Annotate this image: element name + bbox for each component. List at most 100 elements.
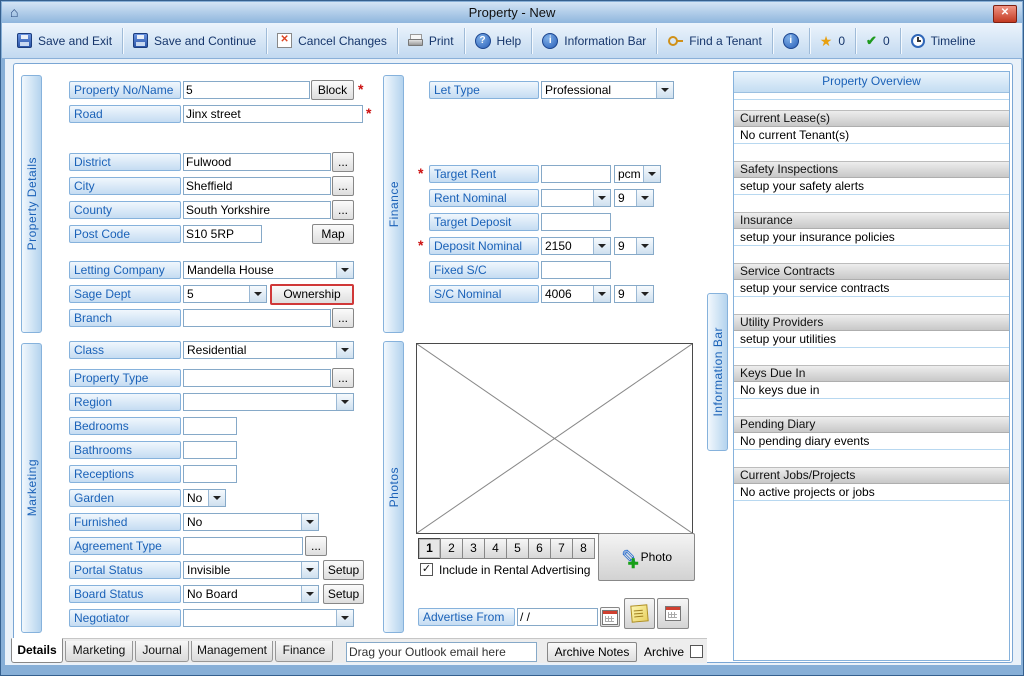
ownership-button[interactable]: Ownership: [270, 284, 354, 305]
photo-slot-5[interactable]: 5: [506, 538, 529, 559]
district-input[interactable]: [183, 153, 331, 171]
archive-checkbox[interactable]: [690, 645, 703, 658]
sc-nominal-code-dropdown[interactable]: 9: [614, 285, 654, 303]
district-lookup-button[interactable]: ...: [332, 152, 354, 172]
side-tab-property-details[interactable]: Property Details: [21, 75, 42, 333]
notes-button[interactable]: [624, 598, 655, 629]
tasks-button[interactable]: ✔ 0: [857, 27, 899, 55]
find-tenant-button[interactable]: Find a Tenant: [658, 27, 771, 55]
class-dropdown[interactable]: Residential: [183, 341, 354, 359]
cancel-changes-button[interactable]: ✕ Cancel Changes: [268, 27, 396, 55]
overview-section-text: setup your utilities: [734, 331, 1009, 348]
side-tab-photos[interactable]: Photos: [383, 341, 404, 633]
receptions-input[interactable]: [183, 465, 237, 483]
furnished-dropdown[interactable]: No: [183, 513, 319, 531]
save-continue-button[interactable]: Save and Continue: [124, 27, 265, 55]
board-setup-button[interactable]: Setup: [323, 584, 364, 604]
include-advertising-checkbox[interactable]: ✓: [420, 563, 433, 576]
photo-slot-8[interactable]: 8: [572, 538, 595, 559]
tab-management[interactable]: Management: [191, 641, 273, 662]
map-button[interactable]: Map: [312, 224, 354, 244]
portal-setup-button[interactable]: Setup: [323, 560, 364, 580]
county-input[interactable]: [183, 201, 331, 219]
deposit-nominal-code-dropdown[interactable]: 9: [614, 237, 654, 255]
plus-icon: ✚: [627, 556, 639, 571]
fixed-sc-input[interactable]: [541, 261, 611, 279]
post-code-label: Post Code: [69, 225, 181, 243]
photo-placeholder-cross: [416, 343, 693, 534]
rent-nominal-code-dropdown[interactable]: 9: [614, 189, 654, 207]
sage-dept-dropdown[interactable]: 5: [183, 285, 267, 303]
photo-placeholder: [416, 343, 693, 534]
outlook-drop-input[interactable]: [346, 642, 537, 662]
photo-slot-2[interactable]: 2: [440, 538, 463, 559]
let-type-dropdown[interactable]: Professional: [541, 81, 674, 99]
archive-notes-button[interactable]: Archive Notes: [547, 642, 637, 662]
rent-nominal-code-value: 9: [618, 191, 625, 205]
close-button[interactable]: ✕: [993, 5, 1017, 23]
city-lookup-button[interactable]: ...: [332, 176, 354, 196]
block-button[interactable]: Block: [311, 80, 354, 100]
side-tab-marketing[interactable]: Marketing: [21, 343, 42, 633]
required-asterisk: *: [358, 81, 364, 97]
branch-input[interactable]: [183, 309, 331, 327]
bathrooms-input[interactable]: [183, 441, 237, 459]
road-input[interactable]: [183, 105, 363, 123]
date-picker-button[interactable]: [600, 607, 620, 627]
tab-details[interactable]: Details: [11, 638, 63, 663]
rent-nominal-dropdown[interactable]: [541, 189, 611, 207]
rent-nominal-label: Rent Nominal: [429, 189, 539, 207]
side-tab-information-bar[interactable]: Information Bar: [707, 293, 728, 451]
county-lookup-button[interactable]: ...: [332, 200, 354, 220]
favourites-button[interactable]: ★ 0: [811, 27, 854, 55]
rent-period-dropdown[interactable]: pcm: [614, 165, 661, 183]
city-input[interactable]: [183, 177, 331, 195]
deposit-nominal-dropdown[interactable]: 2150: [541, 237, 611, 255]
schedule-button[interactable]: [657, 598, 689, 629]
print-button[interactable]: Print: [399, 27, 463, 55]
region-dropdown[interactable]: [183, 393, 354, 411]
check-icon: ✔: [866, 33, 877, 48]
garden-dropdown[interactable]: No: [183, 489, 226, 507]
sc-nominal-dropdown[interactable]: 4006: [541, 285, 611, 303]
negotiator-dropdown[interactable]: [183, 609, 354, 627]
cancel-changes-label: Cancel Changes: [298, 33, 387, 48]
advertise-from-input[interactable]: [517, 608, 598, 626]
tab-marketing[interactable]: Marketing: [65, 641, 133, 662]
save-exit-button[interactable]: Save and Exit: [8, 27, 121, 55]
timeline-button[interactable]: Timeline: [902, 27, 985, 55]
portal-status-dropdown[interactable]: Invisible: [183, 561, 319, 579]
add-photo-button[interactable]: ✎ ✚ Photo: [598, 533, 695, 581]
information-bar-button[interactable]: i Information Bar: [533, 27, 655, 55]
letting-company-dropdown[interactable]: Mandella House: [183, 261, 354, 279]
property-type-input[interactable]: [183, 369, 331, 387]
photo-slot-7[interactable]: 7: [550, 538, 573, 559]
photo-slot-6[interactable]: 6: [528, 538, 551, 559]
chevron-down-icon: [336, 262, 353, 278]
chevron-down-icon: [643, 166, 660, 182]
info-quick-button[interactable]: i: [774, 27, 808, 55]
branch-lookup-button[interactable]: ...: [332, 308, 354, 328]
board-status-dropdown[interactable]: No Board: [183, 585, 319, 603]
post-code-input[interactable]: [183, 225, 262, 243]
target-rent-input[interactable]: [541, 165, 611, 183]
help-button[interactable]: ? Help: [466, 27, 531, 55]
photo-slot-1[interactable]: 1: [418, 538, 441, 559]
agreement-type-lookup-button[interactable]: ...: [305, 536, 327, 556]
photo-slot-3[interactable]: 3: [462, 538, 485, 559]
overview-section-text: No active projects or jobs: [734, 484, 1009, 501]
bedrooms-input[interactable]: [183, 417, 237, 435]
agreement-type-input[interactable]: [183, 537, 303, 555]
side-tab-finance[interactable]: Finance: [383, 75, 404, 333]
tab-finance[interactable]: Finance: [275, 641, 333, 662]
property-no-input[interactable]: [183, 81, 310, 99]
chevron-down-icon: [249, 286, 266, 302]
city-label: City: [69, 177, 181, 195]
property-type-lookup-button[interactable]: ...: [332, 368, 354, 388]
star-icon: ★: [819, 32, 833, 49]
photo-slot-4[interactable]: 4: [484, 538, 507, 559]
target-deposit-input[interactable]: [541, 213, 611, 231]
overview-section-header: Keys Due In: [734, 365, 1009, 382]
tab-journal[interactable]: Journal: [135, 641, 189, 662]
print-icon: [407, 34, 423, 47]
